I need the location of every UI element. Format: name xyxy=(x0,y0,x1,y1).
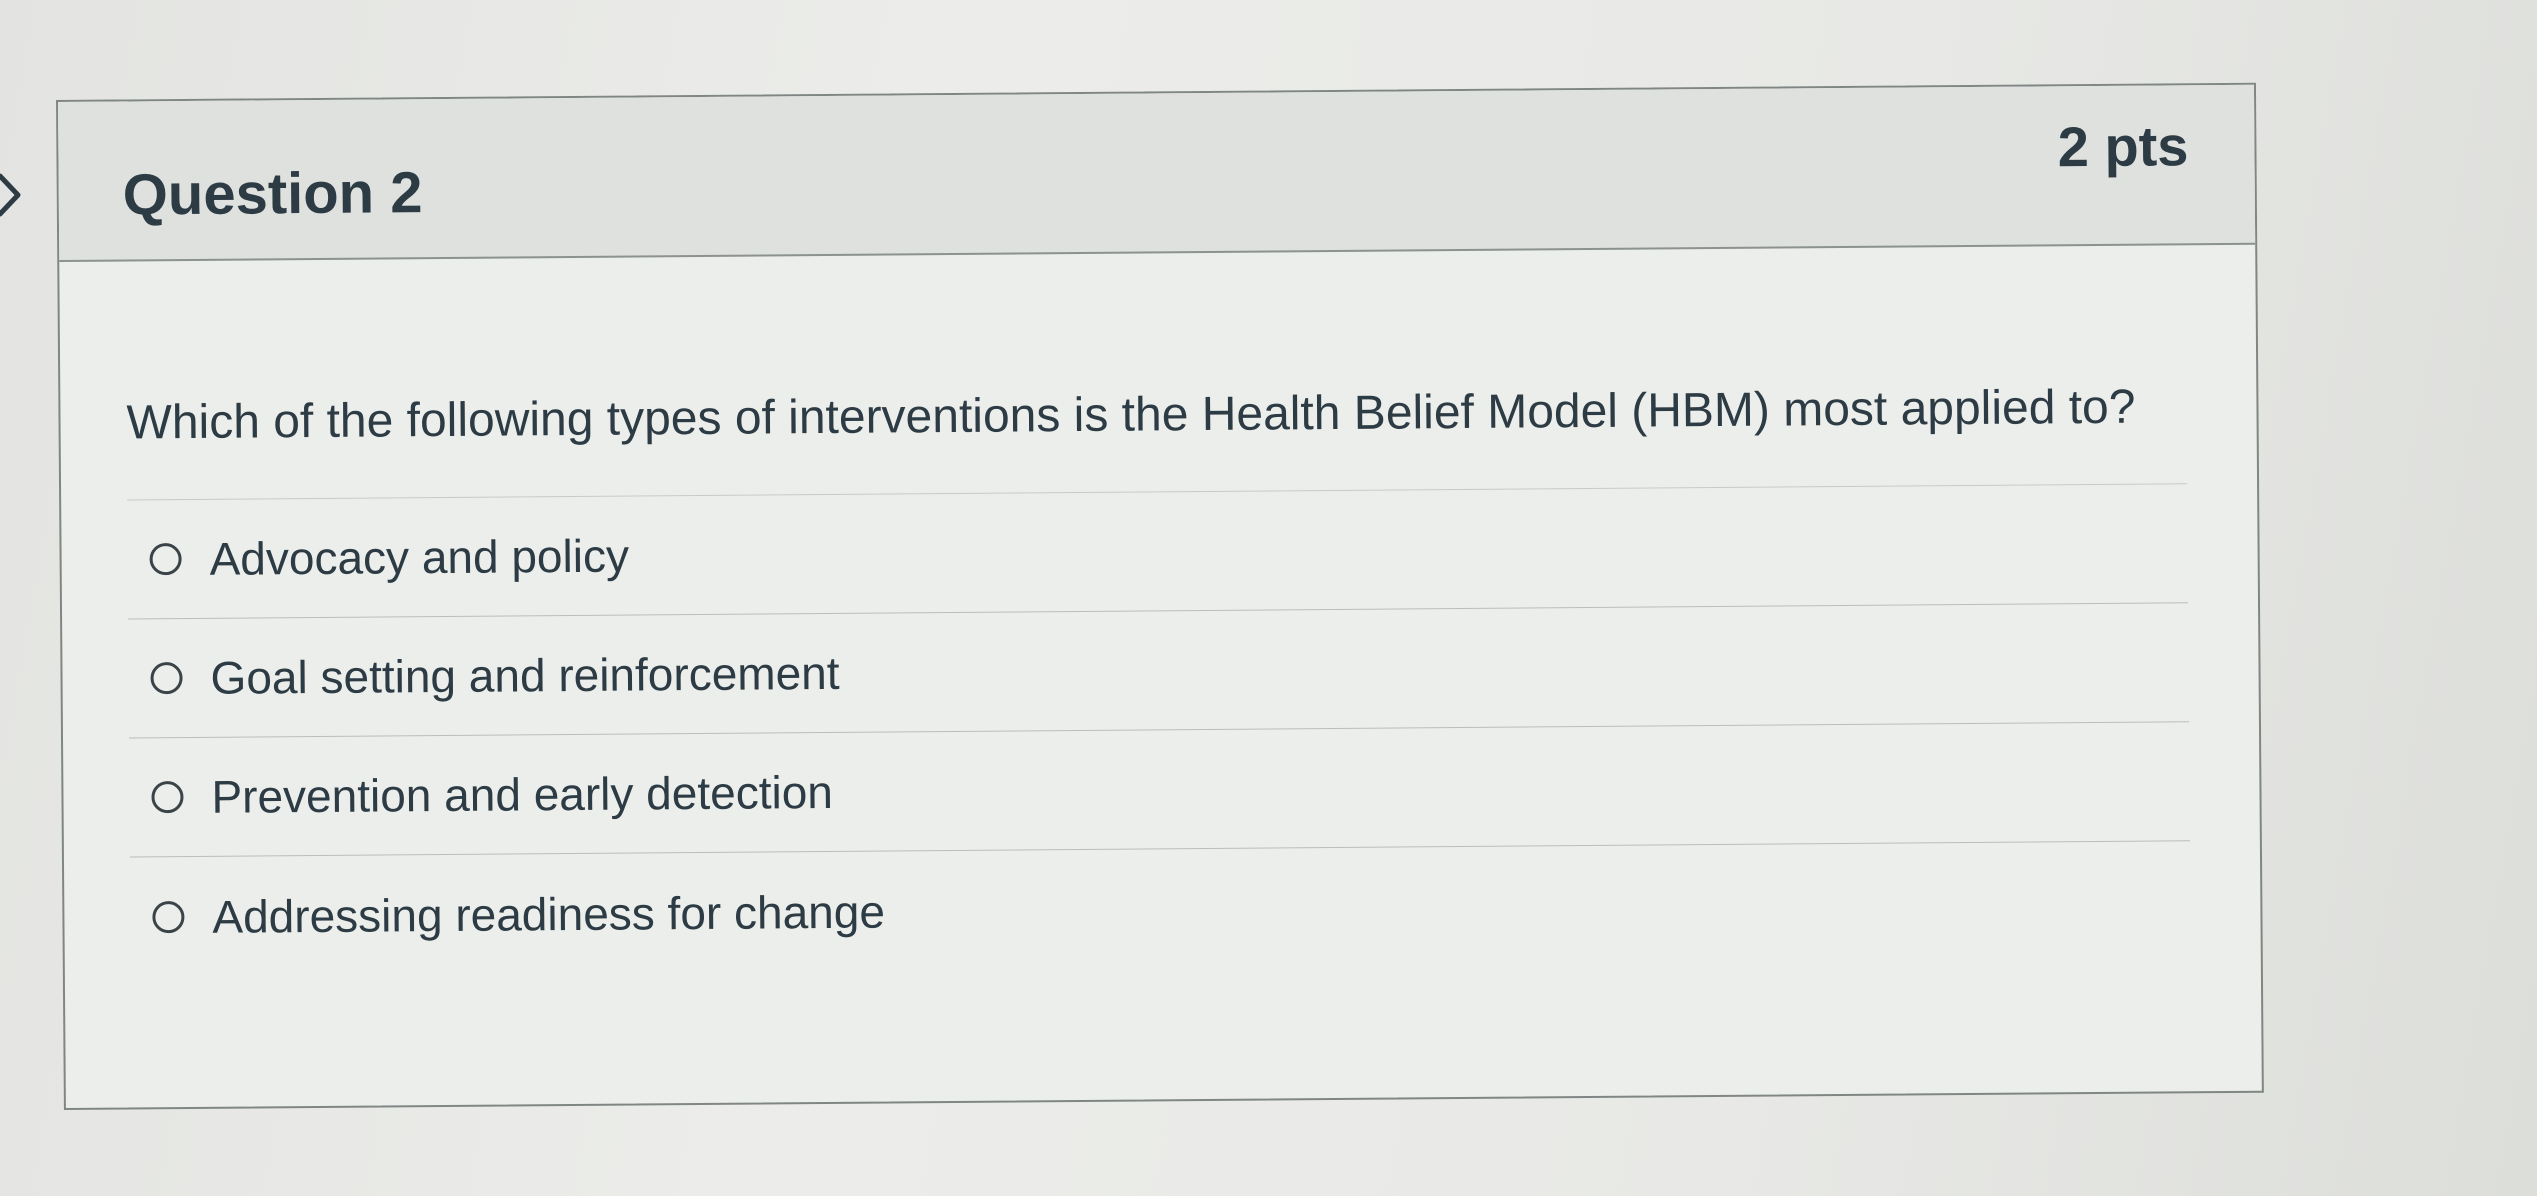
question-body: Which of the following types of interven… xyxy=(59,245,2261,977)
question-points: 2 pts xyxy=(2057,114,2189,179)
answer-label[interactable]: Addressing readiness for change xyxy=(212,884,885,943)
answer-label[interactable]: Advocacy and policy xyxy=(209,529,629,586)
radio-button-icon[interactable] xyxy=(149,543,182,576)
screen: Question 2 2 pts Which of the following … xyxy=(0,0,2537,1196)
answer-option[interactable]: Advocacy and policy xyxy=(127,484,2189,620)
chevron-right-icon[interactable] xyxy=(0,172,24,218)
answer-option[interactable]: Prevention and early detection xyxy=(129,722,2190,858)
answer-option[interactable]: Goal setting and reinforcement xyxy=(128,603,2189,739)
answer-label[interactable]: Prevention and early detection xyxy=(211,765,833,824)
radio-button-icon[interactable] xyxy=(151,781,184,814)
answer-option[interactable]: Addressing readiness for change xyxy=(130,841,2191,976)
answer-list: Advocacy and policy Goal setting and rei… xyxy=(127,483,2191,977)
answer-label[interactable]: Goal setting and reinforcement xyxy=(210,646,839,705)
question-header: Question 2 2 pts xyxy=(58,84,2256,262)
question-card: Question 2 2 pts Which of the following … xyxy=(56,82,2264,1110)
question-text: Which of the following types of interven… xyxy=(126,380,2136,450)
radio-button-icon[interactable] xyxy=(150,662,183,695)
question-title: Question 2 xyxy=(122,160,423,228)
radio-button-icon[interactable] xyxy=(152,900,185,933)
